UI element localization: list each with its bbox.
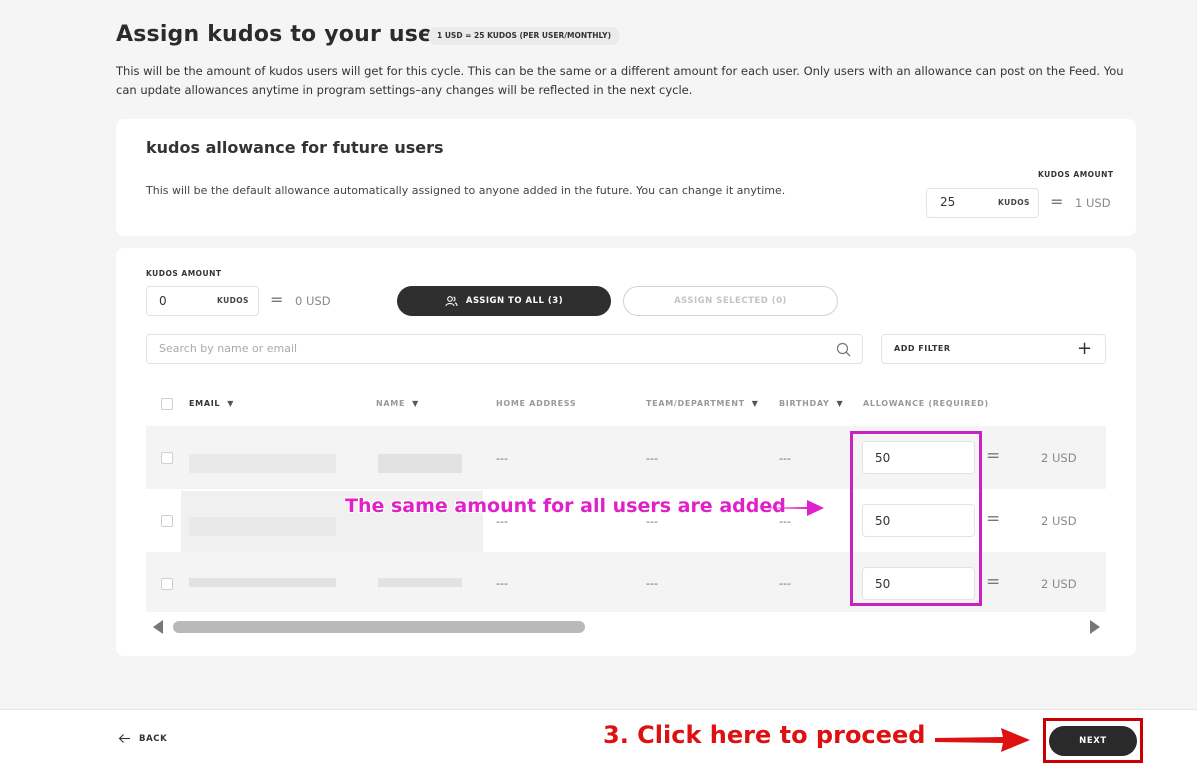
- add-filter-label: ADD FILTER: [894, 344, 951, 353]
- sort-caret-icon: ▼: [227, 399, 235, 408]
- column-header-team[interactable]: TEAM/DEPARTMENT ▼: [646, 399, 759, 408]
- column-header-home-address: HOME ADDRESS: [496, 399, 577, 408]
- future-kudos-value: 25: [940, 195, 956, 209]
- column-header-birthday[interactable]: BIRTHDAY ▼: [779, 399, 843, 408]
- column-header-email[interactable]: EMAIL ▼: [189, 399, 234, 408]
- row-checkbox[interactable]: [161, 578, 173, 590]
- sort-caret-icon: ▼: [751, 399, 759, 408]
- team-cell: ---: [646, 577, 658, 590]
- sort-caret-icon: ▼: [836, 399, 844, 408]
- future-kudos-unit: KUDOS: [998, 198, 1030, 207]
- equals-sign: =: [1050, 192, 1064, 211]
- birthday-cell: ---: [779, 452, 791, 465]
- usd-value: 2 USD: [1041, 514, 1077, 528]
- equals-sign: =: [986, 446, 1001, 466]
- email-blurred: [189, 578, 336, 587]
- email-blurred: [189, 517, 336, 536]
- future-kudos-amount-label: KUDOS AMOUNT: [1038, 170, 1114, 179]
- usd-value: 2 USD: [1041, 451, 1077, 465]
- search-placeholder: Search by name or email: [159, 342, 298, 355]
- home-address-cell: ---: [496, 452, 508, 465]
- row-checkbox[interactable]: [161, 515, 173, 527]
- page-title: Assign kudos to your users: [116, 22, 458, 47]
- users-icon: [445, 295, 458, 306]
- equals-sign: =: [270, 290, 284, 309]
- assign-to-all-label: ASSIGN TO ALL (3): [465, 296, 564, 306]
- assign-selected-button[interactable]: ASSIGN SELECTED (0): [623, 286, 838, 316]
- annotation-proceed: 3. Click here to proceed: [603, 721, 926, 749]
- plus-icon[interactable]: +: [1077, 338, 1092, 359]
- kudos-amount-label: KUDOS AMOUNT: [146, 269, 222, 278]
- sort-caret-icon: ▼: [412, 399, 419, 408]
- back-label: BACK: [139, 733, 168, 744]
- column-header-allowance: ALLOWANCE (REQUIRED): [863, 399, 989, 408]
- kudos-amount-value: 0: [159, 294, 167, 308]
- kudos-amount-unit: KUDOS: [217, 296, 249, 305]
- home-address-cell: ---: [496, 577, 508, 590]
- equals-sign: =: [986, 509, 1001, 529]
- usd-value: 2 USD: [1041, 577, 1077, 591]
- column-header-name[interactable]: NAME ▼: [376, 399, 419, 408]
- annotation-arrow-icon: [759, 500, 824, 516]
- rate-badge: 1 USD = 25 KUDOS (PER USER/MONTHLY): [428, 27, 621, 45]
- scroll-left-arrow[interactable]: [153, 620, 163, 634]
- birthday-cell: ---: [779, 577, 791, 590]
- future-usd-value: 1 USD: [1075, 196, 1111, 210]
- page-description: This will be the amount of kudos users w…: [116, 64, 1124, 97]
- back-button[interactable]: BACK: [118, 733, 167, 744]
- future-users-description: This will be the default allowance autom…: [146, 184, 786, 197]
- email-blurred: [189, 454, 336, 473]
- annotation-arrow-icon: [935, 728, 1030, 752]
- name-blurred: [378, 454, 462, 473]
- annotation-same-amount: The same amount for all users are added: [345, 495, 786, 517]
- assign-to-all-button[interactable]: ASSIGN TO ALL (3): [397, 286, 611, 316]
- future-users-card: [116, 119, 1136, 236]
- kudos-usd-value: 0 USD: [295, 294, 331, 308]
- row-checkbox[interactable]: [161, 452, 173, 464]
- arrow-left-icon: [118, 734, 130, 743]
- scrollbar-thumb[interactable]: [173, 621, 585, 633]
- scroll-right-arrow[interactable]: [1090, 620, 1100, 634]
- next-button[interactable]: NEXT: [1049, 726, 1137, 756]
- search-icon[interactable]: [836, 342, 851, 357]
- name-blurred: [378, 578, 462, 587]
- equals-sign: =: [986, 572, 1001, 592]
- future-users-title: kudos allowance for future users: [146, 138, 444, 157]
- allowance-highlight-box: [850, 431, 982, 606]
- team-cell: ---: [646, 452, 658, 465]
- select-all-checkbox[interactable]: [161, 398, 173, 410]
